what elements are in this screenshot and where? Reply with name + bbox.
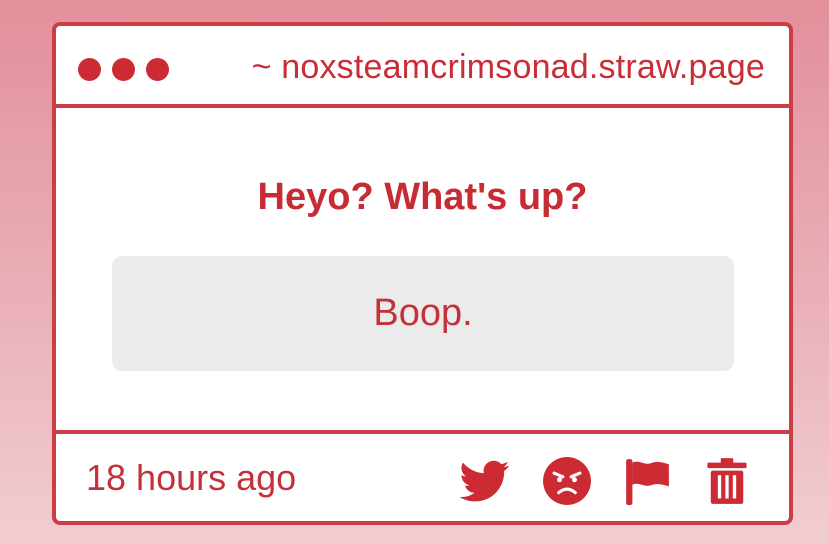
flag-icon[interactable] [622,456,672,506]
window-dot-1 [78,58,101,81]
page-url[interactable]: ~ noxsteamcrimsonad.straw.page [252,48,765,87]
angry-face-icon[interactable] [542,456,592,506]
window-dot-3 [146,58,169,81]
trash-icon[interactable] [702,456,752,506]
post-content: Heyo? What's up? Boop. [56,108,789,430]
title-bar: ~ noxsteamcrimsonad.straw.page [56,26,789,108]
answer-text: Boop. [373,292,473,334]
post-footer: 18 hours ago [56,430,789,521]
timestamp: 18 hours ago [86,457,297,498]
post-window: ~ noxsteamcrimsonad.straw.page Heyo? Wha… [52,22,793,525]
question-text: Heyo? What's up? [257,176,588,218]
twitter-icon[interactable] [460,456,510,506]
answer-box: Boop. [112,256,734,371]
window-dot-2 [112,58,135,81]
